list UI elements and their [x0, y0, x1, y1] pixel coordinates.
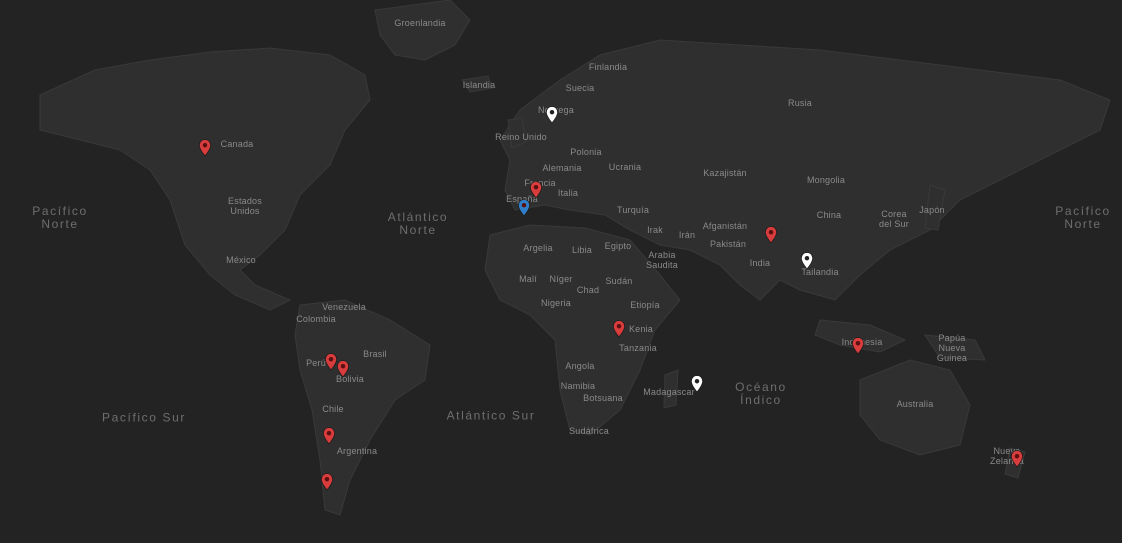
ocean-label-pacifico-norte-right: Pacífico Norte: [1055, 204, 1111, 231]
country-label-madagascar: Madagascar: [643, 387, 695, 397]
country-label-venezuela: Venezuela: [322, 302, 366, 312]
country-label-sudan: Sudán: [605, 276, 633, 286]
country-label-afganistan: Afganistán: [702, 221, 748, 231]
country-label-egipto: Egipto: [604, 241, 632, 251]
country-label-mongolia: Mongolia: [806, 175, 846, 185]
country-label-suecia: Suecia: [565, 83, 595, 93]
country-label-groenlandia: Groenlandia: [394, 18, 446, 28]
south-america-landmass: [294, 299, 431, 516]
map-pin-icon: [613, 320, 625, 338]
map-pin-icon: [518, 199, 530, 217]
world-map[interactable]: Pacífico Norte Atlántico Norte Pacífico …: [0, 0, 1122, 543]
map-pin-icon: [337, 360, 349, 378]
country-label-irak: Irak: [647, 225, 663, 235]
country-label-namibia: Namibia: [560, 381, 596, 391]
country-label-australia: Australia: [896, 399, 934, 409]
north-america-landmass: [39, 47, 371, 311]
map-pin-icon: [321, 473, 333, 491]
map-pin-icon: [199, 139, 211, 157]
country-label-polonia: Polonia: [570, 147, 602, 157]
map-pin-icon: [852, 337, 864, 355]
map-pin-icon: [546, 106, 558, 124]
country-label-canada: Canada: [220, 139, 254, 149]
map-marker-bolivia[interactable]: [336, 360, 350, 378]
country-label-argelia: Argelia: [523, 243, 553, 253]
map-pin-icon: [765, 226, 777, 244]
country-label-corea-del-sur: Corea del Sur: [879, 209, 909, 229]
country-label-china: China: [816, 210, 842, 220]
map-marker-chile-south[interactable]: [320, 473, 334, 491]
country-label-turquia: Turquía: [616, 205, 650, 215]
map-pin-icon: [801, 252, 813, 270]
map-pin-icon: [530, 181, 542, 199]
map-marker-espana[interactable]: [517, 199, 531, 217]
country-label-kenia: Kenia: [628, 324, 654, 334]
country-label-sudafrica: Sudáfrica: [569, 426, 609, 436]
country-label-italia: Italia: [557, 188, 579, 198]
map-pin-icon: [1011, 450, 1023, 468]
map-marker-noruega[interactable]: [545, 106, 559, 124]
ocean-label-pacifico-norte-left: Pacífico Norte: [32, 204, 88, 231]
ocean-label-oceano-indico: Océano Índico: [735, 380, 787, 407]
greenland-landmass: [374, 0, 471, 61]
ocean-label-atlantico-norte: Atlántico Norte: [387, 210, 449, 237]
map-marker-francia[interactable]: [529, 181, 543, 199]
country-label-japon: Japón: [919, 205, 945, 215]
map-marker-india[interactable]: [764, 226, 778, 244]
map-marker-chile-north[interactable]: [322, 427, 336, 445]
map-marker-tailandia[interactable]: [800, 252, 814, 270]
map-marker-nueva-zelanda[interactable]: [1010, 450, 1024, 468]
country-label-mexico: México: [226, 255, 256, 265]
country-label-india: India: [749, 258, 771, 268]
country-label-chile: Chile: [322, 404, 344, 414]
country-label-finlandia: Finlandia: [588, 62, 628, 72]
map-marker-madagascar[interactable]: [690, 375, 704, 393]
country-label-papua-nueva-guinea: Papúa Nueva Guinea: [936, 333, 968, 363]
country-label-pakistan: Pakistán: [709, 239, 747, 249]
country-label-estados-unidos: Estados Unidos: [228, 196, 262, 216]
country-label-niger: Níger: [549, 274, 573, 284]
ocean-label-atlantico-sur: Atlántico Sur: [446, 408, 536, 423]
country-label-etiopia: Etiopía: [630, 300, 660, 310]
country-label-arabia-saudita: Arabia Saudita: [646, 250, 678, 270]
country-label-mali: Malí: [519, 274, 537, 284]
map-marker-indonesia[interactable]: [851, 337, 865, 355]
land-layer: [39, 0, 1111, 516]
country-label-angola: Angola: [565, 361, 595, 371]
country-label-libia: Libia: [571, 245, 593, 255]
country-label-rusia: Rusia: [787, 98, 813, 108]
map-marker-kenia[interactable]: [612, 320, 626, 338]
country-label-ucrania: Ucrania: [608, 162, 642, 172]
country-label-alemania: Alemania: [542, 163, 582, 173]
country-label-peru: Perú: [306, 358, 326, 368]
country-label-botsuana: Botsuana: [583, 393, 623, 403]
map-marker-canada[interactable]: [198, 139, 212, 157]
country-label-brasil: Brasil: [363, 349, 387, 359]
country-label-iran: Irán: [678, 230, 696, 240]
country-label-colombia: Colombia: [296, 314, 336, 324]
map-pin-icon: [691, 375, 703, 393]
map-pin-icon: [323, 427, 335, 445]
country-label-reino-unido: Reino Unido: [495, 132, 547, 142]
ocean-label-pacifico-sur: Pacífico Sur: [102, 410, 186, 425]
country-label-islandia: Islandia: [462, 80, 496, 90]
country-label-chad: Chad: [576, 285, 600, 295]
country-label-kazajistan: Kazajistán: [703, 168, 747, 178]
country-label-tanzania: Tanzania: [619, 343, 657, 353]
country-label-argentina: Argentina: [336, 446, 378, 456]
country-label-nigeria: Nigeria: [541, 298, 571, 308]
